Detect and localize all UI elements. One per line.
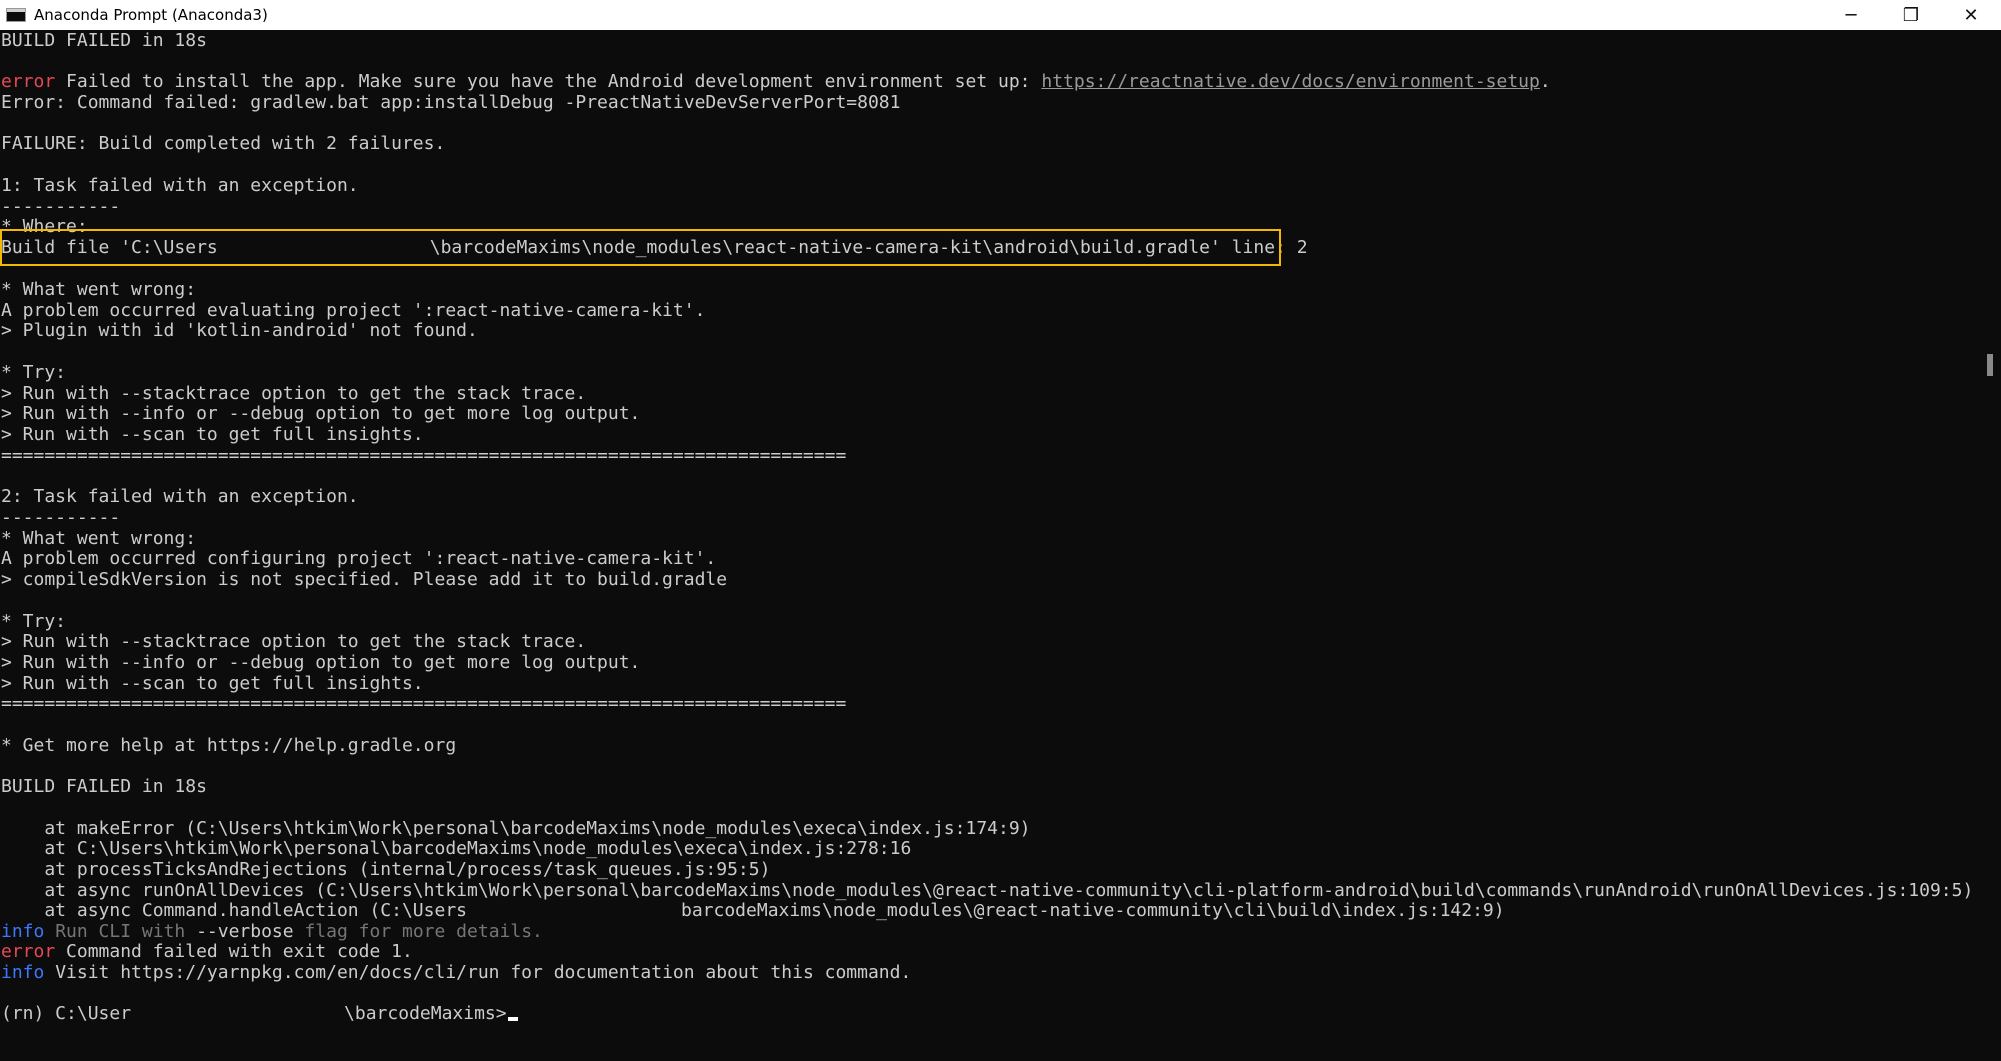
- separator: ========================================…: [1, 445, 847, 466]
- task-failed-heading: 2: Task failed with an exception.: [1, 486, 359, 507]
- try-label: * Try:: [1, 362, 67, 383]
- window-controls: ─ ❐ ✕: [1821, 0, 2001, 30]
- window-title: Anaconda Prompt (Anaconda3): [34, 6, 268, 24]
- info-tag: info: [1, 921, 45, 942]
- console-line: at async Command.handleAction (C:\Users b…: [1, 900, 1505, 921]
- stack-trace-line: at makeError (C:\Users\htkim\Work\person…: [1, 818, 1031, 839]
- console-line: > Run with --scan to get full insights.: [1, 424, 424, 445]
- stack-trace-line: at processTicksAndRejections (internal/p…: [1, 859, 771, 880]
- stack-trace-line: at async runOnAllDevices (C:\Users\htkim…: [1, 880, 1974, 901]
- try-label: * Try:: [1, 611, 67, 632]
- try-hint: > Run with --stacktrace option to get th…: [1, 383, 587, 404]
- what-went-wrong-label: * What went wrong:: [1, 528, 197, 549]
- minimize-icon: ─: [1845, 4, 1857, 26]
- separator: -----------: [1, 507, 121, 528]
- console-line: > Plugin with id 'kotlin-android' not fo…: [1, 320, 478, 341]
- info-message: Run CLI with: [44, 921, 197, 942]
- stack-trace-line: at C:\Users\htkim\Work\personal\barcodeM…: [1, 838, 912, 859]
- problem-description: A problem occurred configuring project '…: [1, 548, 717, 569]
- console-line: -----------: [1, 196, 120, 217]
- punctuation: .: [1539, 71, 1551, 92]
- console-line: 1: Task failed with an exception.: [1, 175, 359, 196]
- verbose-flag: --verbose: [196, 921, 294, 942]
- gradle-help-text: * Get more help at https://help.gradle.o…: [1, 735, 457, 756]
- console-line: info Run CLI with --verbose flag for mor…: [1, 921, 543, 942]
- stack-trace-line-start: at async Command.handleAction (C:\Users: [1, 900, 467, 921]
- console-line: at C:\Users\htkim\Work\personal\barcodeM…: [1, 838, 911, 859]
- console-line: * What went wrong:: [1, 279, 196, 300]
- scrollbar-thumb[interactable]: [1987, 354, 1993, 376]
- console-line: error Command failed with exit code 1.: [1, 941, 413, 962]
- info-message-end: flag for more details.: [293, 921, 543, 942]
- prompt-path-start: (rn) C:\User: [1, 1003, 132, 1024]
- console-output[interactable]: BUILD FAILED in 18s error Failed to inst…: [0, 30, 1980, 1061]
- console-line: > compileSdkVersion is not specified. Pl…: [1, 569, 727, 590]
- problem-description: A problem occurred evaluating project ':…: [1, 300, 706, 321]
- console-line: -----------: [1, 507, 120, 528]
- console-line: > Run with --scan to get full insights.: [1, 673, 424, 694]
- console-line: at makeError (C:\Users\htkim\Work\person…: [1, 818, 1031, 839]
- error-tag: error: [1, 941, 56, 962]
- try-hint: > Run with --scan to get full insights.: [1, 424, 424, 445]
- error-tag: error: [1, 71, 56, 92]
- console-line: BUILD FAILED in 18s: [1, 30, 207, 51]
- console-line: 2: Task failed with an exception.: [1, 486, 359, 507]
- minimize-button[interactable]: ─: [1821, 0, 1881, 30]
- console-line: A problem occurred configuring project '…: [1, 548, 716, 569]
- prompt-path-end: \barcodeMaxims>: [344, 1003, 507, 1024]
- console-line: > Run with --info or --debug option to g…: [1, 403, 640, 424]
- console-line: * What went wrong:: [1, 528, 196, 549]
- task-failed-heading: 1: Task failed with an exception.: [1, 175, 359, 196]
- console-line: at processTicksAndRejections (internal/p…: [1, 859, 770, 880]
- failure-summary: FAILURE: Build completed with 2 failures…: [1, 133, 446, 154]
- terminal-app-icon: [6, 8, 26, 22]
- build-failed-text: BUILD FAILED in 18s: [1, 30, 207, 51]
- compile-sdk-message: > compileSdkVersion is not specified. Pl…: [1, 569, 728, 590]
- console-line: FAILURE: Build completed with 2 failures…: [1, 133, 445, 154]
- separator: -----------: [1, 196, 121, 217]
- console-line: * Try:: [1, 362, 66, 383]
- console-line: * Get more help at https://help.gradle.o…: [1, 735, 456, 756]
- what-went-wrong-label: * What went wrong:: [1, 279, 197, 300]
- separator: ========================================…: [1, 693, 847, 714]
- stack-trace-line-end: barcodeMaxims\node_modules\@react-native…: [681, 900, 1505, 921]
- restore-icon: ❐: [1902, 4, 1920, 26]
- highlight-box: [0, 229, 1281, 266]
- console-line: > Run with --info or --debug option to g…: [1, 652, 640, 673]
- text-cursor: [507, 1017, 518, 1021]
- close-icon: ✕: [1963, 4, 1979, 26]
- environment-setup-link[interactable]: https://reactnative.dev/docs/environment…: [1041, 71, 1540, 92]
- try-hint: > Run with --info or --debug option to g…: [1, 652, 641, 673]
- yarn-docs-message: Visit https://yarnpkg.com/en/docs/cli/ru…: [44, 962, 912, 983]
- title-bar[interactable]: Anaconda Prompt (Anaconda3) ─ ❐ ✕: [0, 0, 2001, 30]
- restore-button[interactable]: ❐: [1881, 0, 1941, 30]
- try-hint: > Run with --scan to get full insights.: [1, 673, 424, 694]
- command-prompt[interactable]: (rn) C:\User \barcodeMaxims>: [1, 1003, 518, 1024]
- console-line: > Run with --stacktrace option to get th…: [1, 383, 586, 404]
- console-line: BUILD FAILED in 18s: [1, 776, 207, 797]
- try-hint: > Run with --stacktrace option to get th…: [1, 631, 587, 652]
- command-failed-text: Error: Command failed: gradlew.bat app:i…: [1, 92, 901, 113]
- console-line: > Run with --stacktrace option to get th…: [1, 631, 586, 652]
- try-hint: > Run with --info or --debug option to g…: [1, 403, 641, 424]
- console-line: Error: Command failed: gradlew.bat app:i…: [1, 92, 900, 113]
- terminal-window: Anaconda Prompt (Anaconda3) ─ ❐ ✕ BUILD …: [0, 0, 2001, 1061]
- console-line: A problem occurred evaluating project ':…: [1, 300, 705, 321]
- console-line: * Try:: [1, 611, 66, 632]
- exit-code-message: Command failed with exit code 1.: [55, 941, 413, 962]
- build-failed-text: BUILD FAILED in 18s: [1, 776, 207, 797]
- console-line: error Failed to install the app. Make su…: [1, 71, 1551, 92]
- console-line: ========================================…: [1, 693, 846, 714]
- error-message: Failed to install the app. Make sure you…: [55, 71, 1042, 92]
- console-line: ========================================…: [1, 445, 846, 466]
- info-tag: info: [1, 962, 45, 983]
- close-button[interactable]: ✕: [1941, 0, 2001, 30]
- plugin-not-found: > Plugin with id 'kotlin-android' not fo…: [1, 320, 478, 341]
- vertical-scrollbar[interactable]: [1980, 30, 2001, 1061]
- console-line: info Visit https://yarnpkg.com/en/docs/c…: [1, 962, 911, 983]
- console-line: at async runOnAllDevices (C:\Users\htkim…: [1, 880, 1973, 901]
